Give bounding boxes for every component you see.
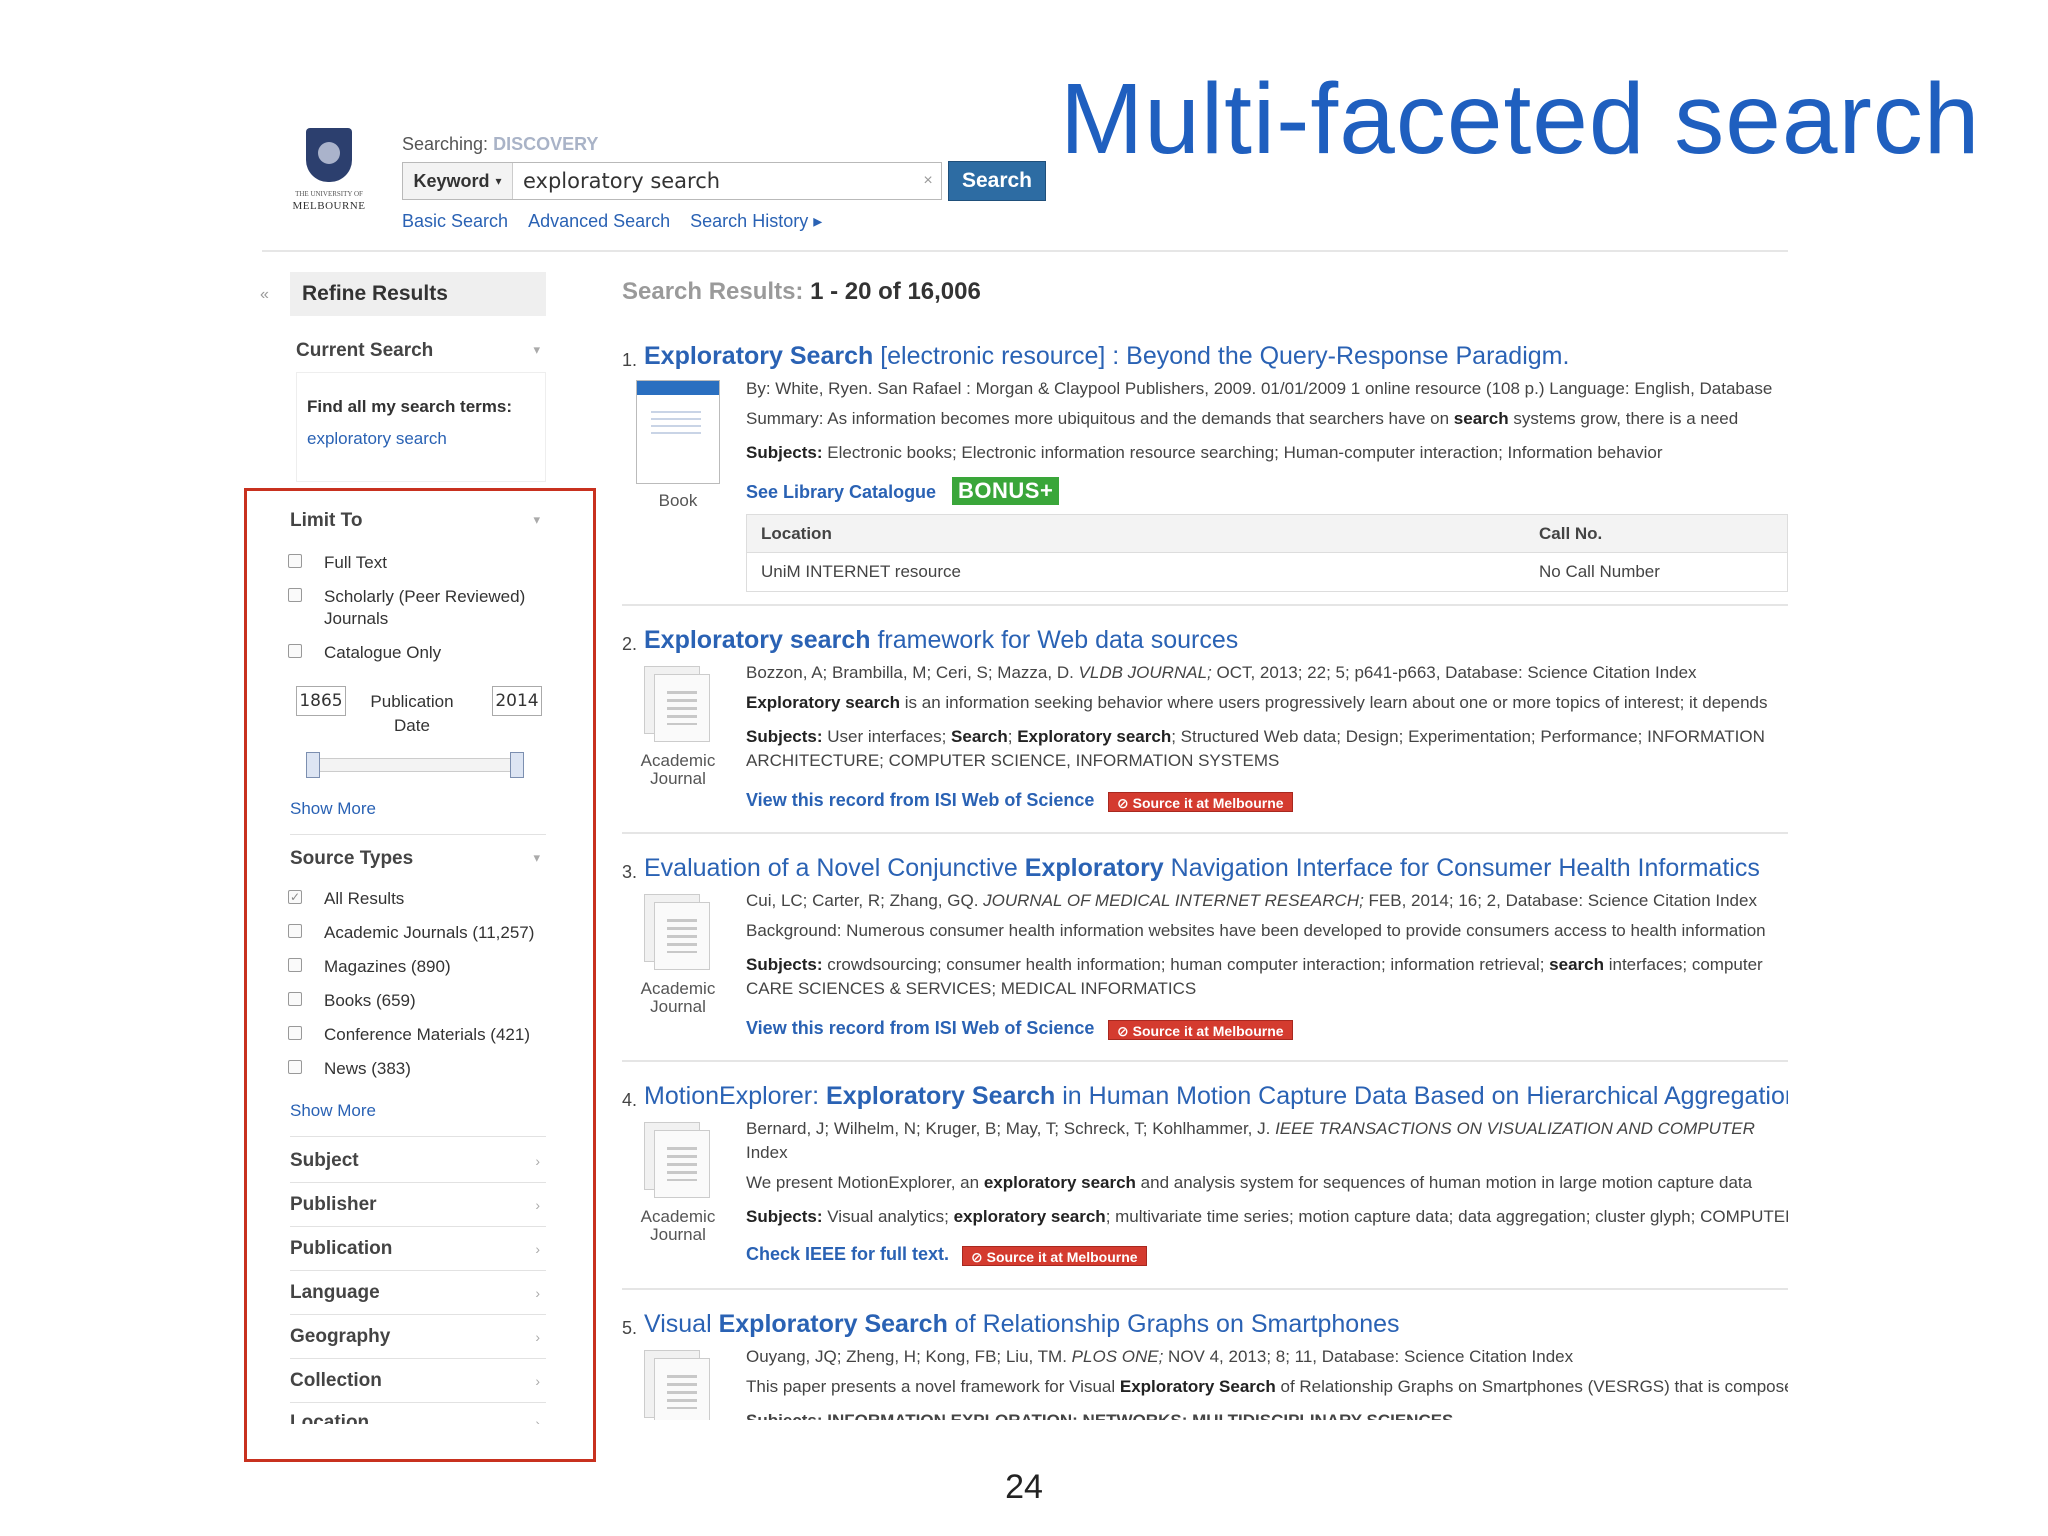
result-divider [622, 1288, 1788, 1290]
result-number: 4. [622, 1090, 638, 1110]
result-abstract: This paper presents a novel framework fo… [746, 1377, 1788, 1396]
result-thumbnail[interactable]: Academic Journal [636, 894, 720, 1016]
page-number: 24 [1005, 1468, 1043, 1506]
result-abstract: We present MotionExplorer, an explorator… [746, 1173, 1753, 1192]
check-ieee-link[interactable]: Check IEEE for full text. [746, 1244, 949, 1265]
source-it-button[interactable]: ⊘ Source it at Melbourne [1108, 1020, 1293, 1040]
slide-title: Multi-faceted search [1060, 63, 1981, 175]
result-byline: Bernard, J; Wilhelm, N; Kruger, B; May, … [746, 1119, 1755, 1138]
source-it-button[interactable]: ⊘ Source it at Melbourne [1108, 792, 1293, 812]
result-title[interactable]: Visual Exploratory Search of Relationshi… [644, 1310, 1788, 1339]
document-icon [644, 894, 714, 972]
result-title[interactable]: Exploratory Search [electronic resource]… [644, 342, 1788, 371]
result-title[interactable]: Exploratory search framework for Web dat… [644, 626, 1788, 655]
result-subjects-line2: ARCHITECTURE; COMPUTER SCIENCE, INFORMAT… [746, 751, 1280, 770]
view-isi-record-link[interactable]: View this record from ISI Web of Science [746, 790, 1094, 811]
book-cover-icon [636, 380, 720, 484]
result-abstract: Exploratory search is an information see… [746, 693, 1768, 712]
result-type: Academic Journal [640, 751, 716, 788]
result-byline: Cui, LC; Carter, R; Zhang, GQ. JOURNAL O… [746, 891, 1757, 910]
current-search-heading[interactable]: Current Search ▾ [296, 340, 546, 362]
result-item: 5. Visual Exploratory Search of Relation… [622, 1310, 1788, 1420]
result-number: 2. [622, 634, 638, 654]
search-links: Basic Search Advanced Search Search Hist… [402, 211, 822, 232]
refine-results-title: Refine Results [290, 272, 546, 316]
result-summary: Summary: As information becomes more ubi… [746, 409, 1739, 428]
result-item: 2. Exploratory search framework for Web … [622, 626, 1788, 826]
result-thumbnail[interactable]: Book [636, 380, 720, 510]
field-type-dropdown[interactable]: Keyword ▾ [403, 163, 513, 199]
search-box: Keyword ▾ exploratory search × [402, 162, 942, 200]
logo-line-1: THE UNIVERSITY OF [295, 190, 363, 198]
result-number: 1. [622, 350, 638, 370]
source-it-button[interactable]: ⊘ Source it at Melbourne [962, 1246, 1147, 1266]
result-item: 1. Exploratory Search [electronic resour… [622, 342, 1788, 512]
search-button[interactable]: Search [948, 161, 1046, 201]
crest-icon [306, 128, 352, 182]
holdings-table: Location Call No. UniM INTERNET resource… [746, 514, 1788, 592]
search-history-link[interactable]: Search History ▸ [690, 211, 822, 232]
result-number: 3. [622, 862, 638, 882]
result-divider [622, 604, 1788, 606]
result-divider [622, 1060, 1788, 1062]
current-search-box: Find all my search terms: exploratory se… [296, 372, 546, 482]
searching-label: Searching: DISCOVERY [402, 134, 599, 154]
document-icon [644, 666, 714, 744]
result-byline: Bozzon, A; Brambilla, M; Ceri, S; Mazza,… [746, 663, 1697, 682]
result-byline-line2: Index [746, 1143, 788, 1162]
result-thumbnail[interactable]: Academic Journal [636, 1122, 720, 1244]
result-subjects: Subjects: User interfaces; Search; Explo… [746, 727, 1765, 746]
holdings-header: Location Call No. [747, 515, 1787, 553]
chevron-down-icon: ▾ [533, 342, 540, 357]
result-subjects: Subjects: Visual analytics; exploratory … [746, 1207, 1788, 1226]
document-icon [644, 1350, 714, 1420]
result-type: Book [658, 491, 698, 510]
facet-highlight-box [244, 488, 596, 1462]
search-scope[interactable]: DISCOVERY [493, 134, 598, 154]
result-title[interactable]: MotionExplorer: Exploratory Search in Hu… [644, 1082, 1788, 1111]
result-item: 3. Evaluation of a Novel Conjunctive Exp… [622, 854, 1788, 1054]
bonus-plus-badge[interactable]: BONUS+ [952, 477, 1060, 505]
result-byline: By: White, Ryen. San Rafael : Morgan & C… [746, 379, 1773, 398]
chevron-down-icon: ▾ [495, 174, 502, 188]
result-abstract: Background: Numerous consumer health inf… [746, 921, 1766, 940]
result-title[interactable]: Evaluation of a Novel Conjunctive Explor… [644, 854, 1788, 883]
see-library-catalogue-link[interactable]: See Library Catalogue [746, 482, 936, 503]
result-thumbnail[interactable]: Academic Journal [636, 666, 720, 788]
result-number: 5. [622, 1318, 638, 1338]
result-subjects: Subjects: Electronic books; Electronic i… [746, 443, 1663, 462]
view-isi-record-link[interactable]: View this record from ISI Web of Science [746, 1018, 1094, 1039]
results-count: Search Results: 1 - 20 of 16,006 [622, 278, 981, 305]
result-thumbnail[interactable] [636, 1350, 720, 1420]
logo-line-2: MELBOURNE [292, 200, 366, 212]
search-input[interactable]: exploratory search [513, 169, 915, 193]
basic-search-link[interactable]: Basic Search [402, 211, 508, 232]
advanced-search-link[interactable]: Advanced Search [528, 211, 670, 232]
result-type: Academic Journal [640, 979, 716, 1016]
university-logo[interactable]: THE UNIVERSITY OF MELBOURNE [288, 128, 370, 212]
holdings-row: UniM INTERNET resource No Call Number [761, 562, 1660, 581]
result-type: Academic Journal [640, 1207, 716, 1244]
header-divider [262, 250, 1788, 252]
collapse-sidebar-icon[interactable]: « [260, 286, 269, 304]
result-divider [622, 832, 1788, 834]
result-byline: Ouyang, JQ; Zheng, H; Kong, FB; Liu, TM.… [746, 1347, 1574, 1366]
find-all-label: Find all my search terms: [307, 397, 513, 416]
current-search-terms[interactable]: exploratory search [307, 429, 535, 449]
clear-icon[interactable]: × [915, 172, 941, 190]
document-icon [644, 1122, 714, 1200]
result-subjects-line2: CARE SCIENCES & SERVICES; MEDICAL INFORM… [746, 979, 1197, 998]
result-subjects-cut: Subjects: INFORMATION EXPLORATION; NETWO… [746, 1410, 1788, 1420]
result-subjects: Subjects: crowdsourcing; consumer health… [746, 955, 1763, 974]
result-item: 4. MotionExplorer: Exploratory Search in… [622, 1082, 1788, 1282]
